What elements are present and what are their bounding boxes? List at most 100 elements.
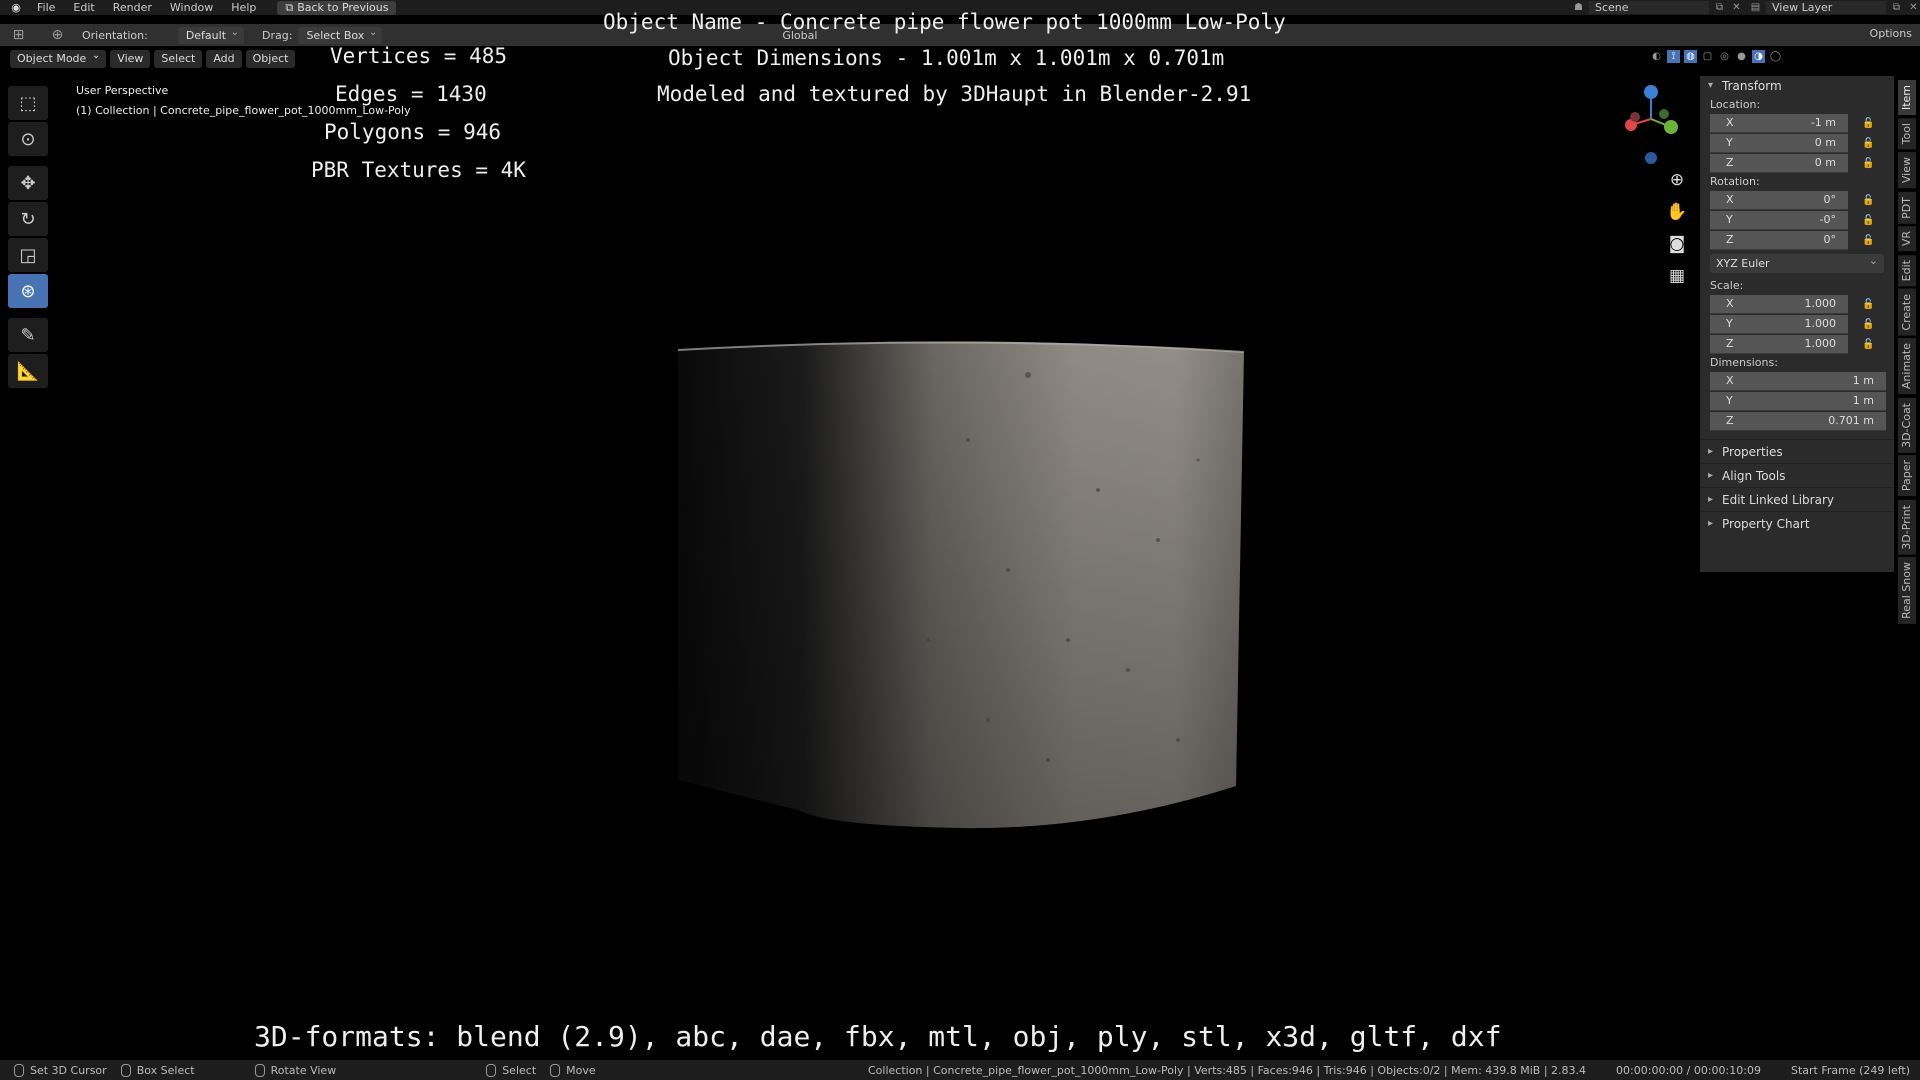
field-value: 0.701 m: [1828, 414, 1874, 427]
lock-icon[interactable]: 🔓: [1862, 299, 1880, 310]
view-layer-selector[interactable]: ▤ View Layer ⧉ ✕: [1749, 1, 1920, 14]
transform-tool-icon[interactable]: ⊛: [8, 274, 48, 308]
view-menu[interactable]: View: [110, 50, 151, 68]
tab-view[interactable]: View: [1898, 152, 1916, 189]
ortho-grid-icon[interactable]: ▦: [1663, 266, 1691, 290]
tab-create[interactable]: Create: [1898, 288, 1916, 336]
material-shading-icon[interactable]: ◑: [1752, 50, 1765, 63]
back-to-previous-button[interactable]: ⧉ Back to Previous: [277, 0, 397, 15]
remove-scene-icon[interactable]: ✕: [1730, 1, 1743, 14]
properties-panel-header[interactable]: Properties: [1700, 439, 1894, 464]
location-z-field[interactable]: Z 0 m: [1710, 153, 1848, 173]
axis-label: Y: [1726, 317, 1733, 330]
blender-logo-icon[interactable]: ◉: [8, 0, 24, 15]
edges-overlay: Edges = 1430: [335, 82, 487, 106]
menu-window[interactable]: Window: [161, 0, 222, 15]
dimensions-y-field[interactable]: Y 1 m: [1710, 391, 1886, 411]
viewport-perspective-label: User Perspective: [76, 84, 169, 97]
navigation-gizmo[interactable]: [1616, 84, 1686, 174]
camera-view-icon[interactable]: ◙: [1663, 234, 1691, 258]
left-toolbar: ⬚ ⊙ ✥ ↻ ◲ ⊛ ✎ 📐: [8, 86, 48, 388]
rotation-x-field[interactable]: X 0°: [1710, 190, 1848, 210]
orientation-select[interactable]: Default: [177, 24, 245, 44]
rotation-y-field[interactable]: Y -0°: [1710, 210, 1848, 230]
editor-type-icon[interactable]: ⊞: [12, 28, 25, 42]
scale-tool-icon[interactable]: ◲: [8, 238, 48, 272]
overlay-toggle-icon[interactable]: ◍: [1684, 50, 1697, 63]
dimensions-z-field[interactable]: Z 0.701 m: [1710, 411, 1886, 431]
scale-y-field[interactable]: Y 1.000: [1710, 314, 1848, 334]
select-menu[interactable]: Select: [154, 50, 203, 68]
tab-pdt[interactable]: PDT: [1898, 191, 1916, 224]
align-tools-panel-header[interactable]: Align Tools: [1700, 463, 1894, 488]
object-mode-select[interactable]: Object Mode: [10, 47, 107, 68]
axis-label: Y: [1726, 394, 1733, 407]
lock-icon[interactable]: 🔓: [1862, 319, 1880, 330]
menu-file[interactable]: File: [28, 0, 64, 15]
rotate-tool-icon[interactable]: ↻: [8, 202, 48, 236]
move-tool-icon[interactable]: ✥: [8, 166, 48, 200]
wireframe-shading-icon[interactable]: ◎: [1718, 50, 1731, 63]
rotation-z-field[interactable]: Z 0°: [1710, 230, 1848, 250]
tab-edit[interactable]: Edit: [1898, 254, 1916, 286]
tab-item[interactable]: Item: [1898, 80, 1916, 116]
solid-shading-icon[interactable]: ●: [1735, 50, 1748, 63]
lock-icon[interactable]: 🔓: [1862, 118, 1880, 129]
cursor-tool-icon[interactable]: ⊙: [8, 122, 48, 156]
tab-animate[interactable]: Animate: [1898, 338, 1916, 395]
object-menu[interactable]: Object: [245, 50, 296, 68]
measure-tool-icon[interactable]: 📐: [8, 354, 48, 388]
gizmo-toggle-icon[interactable]: ⟟: [1667, 50, 1680, 63]
add-menu[interactable]: Add: [206, 50, 242, 68]
tab-3d-print[interactable]: 3D-Print: [1898, 499, 1916, 555]
property-chart-panel-header[interactable]: Property Chart: [1700, 511, 1894, 536]
tab-3d-coat[interactable]: 3D-Coat: [1898, 397, 1916, 453]
concrete-pot-model[interactable]: [678, 340, 1246, 830]
lock-icon[interactable]: 🔓: [1862, 195, 1880, 206]
rendered-shading-icon[interactable]: ◯: [1769, 50, 1782, 63]
menu-edit[interactable]: Edit: [64, 0, 103, 15]
scale-x-field[interactable]: X 1.000: [1710, 294, 1848, 314]
drag-label: Drag:: [262, 28, 293, 42]
scene-selector[interactable]: ☗ Scene ⧉ ✕: [1572, 1, 1743, 14]
status-bar: Set 3D Cursor Box Select Rotate View Sel…: [0, 1060, 1920, 1080]
zoom-icon[interactable]: ⊕: [1663, 170, 1691, 194]
lock-icon[interactable]: 🔓: [1862, 158, 1880, 169]
location-y-field[interactable]: Y 0 m: [1710, 133, 1848, 153]
lock-icon[interactable]: 🔓: [1862, 215, 1880, 226]
pan-hand-icon[interactable]: ✋: [1663, 202, 1691, 226]
lock-icon[interactable]: 🔓: [1862, 138, 1880, 149]
scale-z-field[interactable]: Z 1.000: [1710, 334, 1848, 354]
tab-vr[interactable]: VR: [1898, 226, 1916, 252]
tab-paper[interactable]: Paper: [1898, 455, 1916, 497]
scale-z-row: Z 1.000 🔓: [1700, 334, 1894, 354]
select-box-tool-icon[interactable]: ⬚: [8, 86, 48, 120]
scene-name[interactable]: Scene: [1589, 1, 1709, 14]
view-layer-name[interactable]: View Layer: [1766, 1, 1886, 14]
axis-label: Z: [1726, 337, 1734, 350]
drag-select[interactable]: Select Box: [298, 24, 383, 44]
active-tool-icon[interactable]: ⊕: [51, 28, 64, 42]
rotation-y-row: Y -0° 🔓: [1700, 210, 1894, 230]
rotation-x-row: X 0° 🔓: [1700, 190, 1894, 210]
options-button[interactable]: Options: [1870, 27, 1912, 40]
status-rotate-view: Rotate View: [254, 1063, 336, 1077]
edit-linked-library-panel-header[interactable]: Edit Linked Library: [1700, 487, 1894, 512]
menu-help[interactable]: Help: [222, 0, 265, 15]
menu-render[interactable]: Render: [104, 0, 161, 15]
remove-view-layer-icon[interactable]: ✕: [1907, 1, 1920, 14]
visibility-icon[interactable]: ◐: [1650, 50, 1663, 63]
rotation-mode-select[interactable]: XYZ Euler: [1710, 251, 1884, 273]
dimensions-x-field[interactable]: X 1 m: [1710, 371, 1886, 391]
new-view-layer-icon[interactable]: ⧉: [1890, 1, 1903, 14]
transform-panel-header[interactable]: Transform: [1700, 76, 1894, 96]
annotate-tool-icon[interactable]: ✎: [8, 318, 48, 352]
new-scene-icon[interactable]: ⧉: [1713, 1, 1726, 14]
lock-icon[interactable]: 🔓: [1862, 235, 1880, 246]
scene-icon: ☗: [1574, 2, 1583, 13]
lock-icon[interactable]: 🔓: [1862, 339, 1880, 350]
tab-real-snow[interactable]: Real Snow: [1898, 557, 1916, 625]
xray-icon[interactable]: ▢: [1701, 50, 1714, 63]
location-x-field[interactable]: X -1 m: [1710, 113, 1848, 133]
tab-tool[interactable]: Tool: [1898, 118, 1916, 150]
